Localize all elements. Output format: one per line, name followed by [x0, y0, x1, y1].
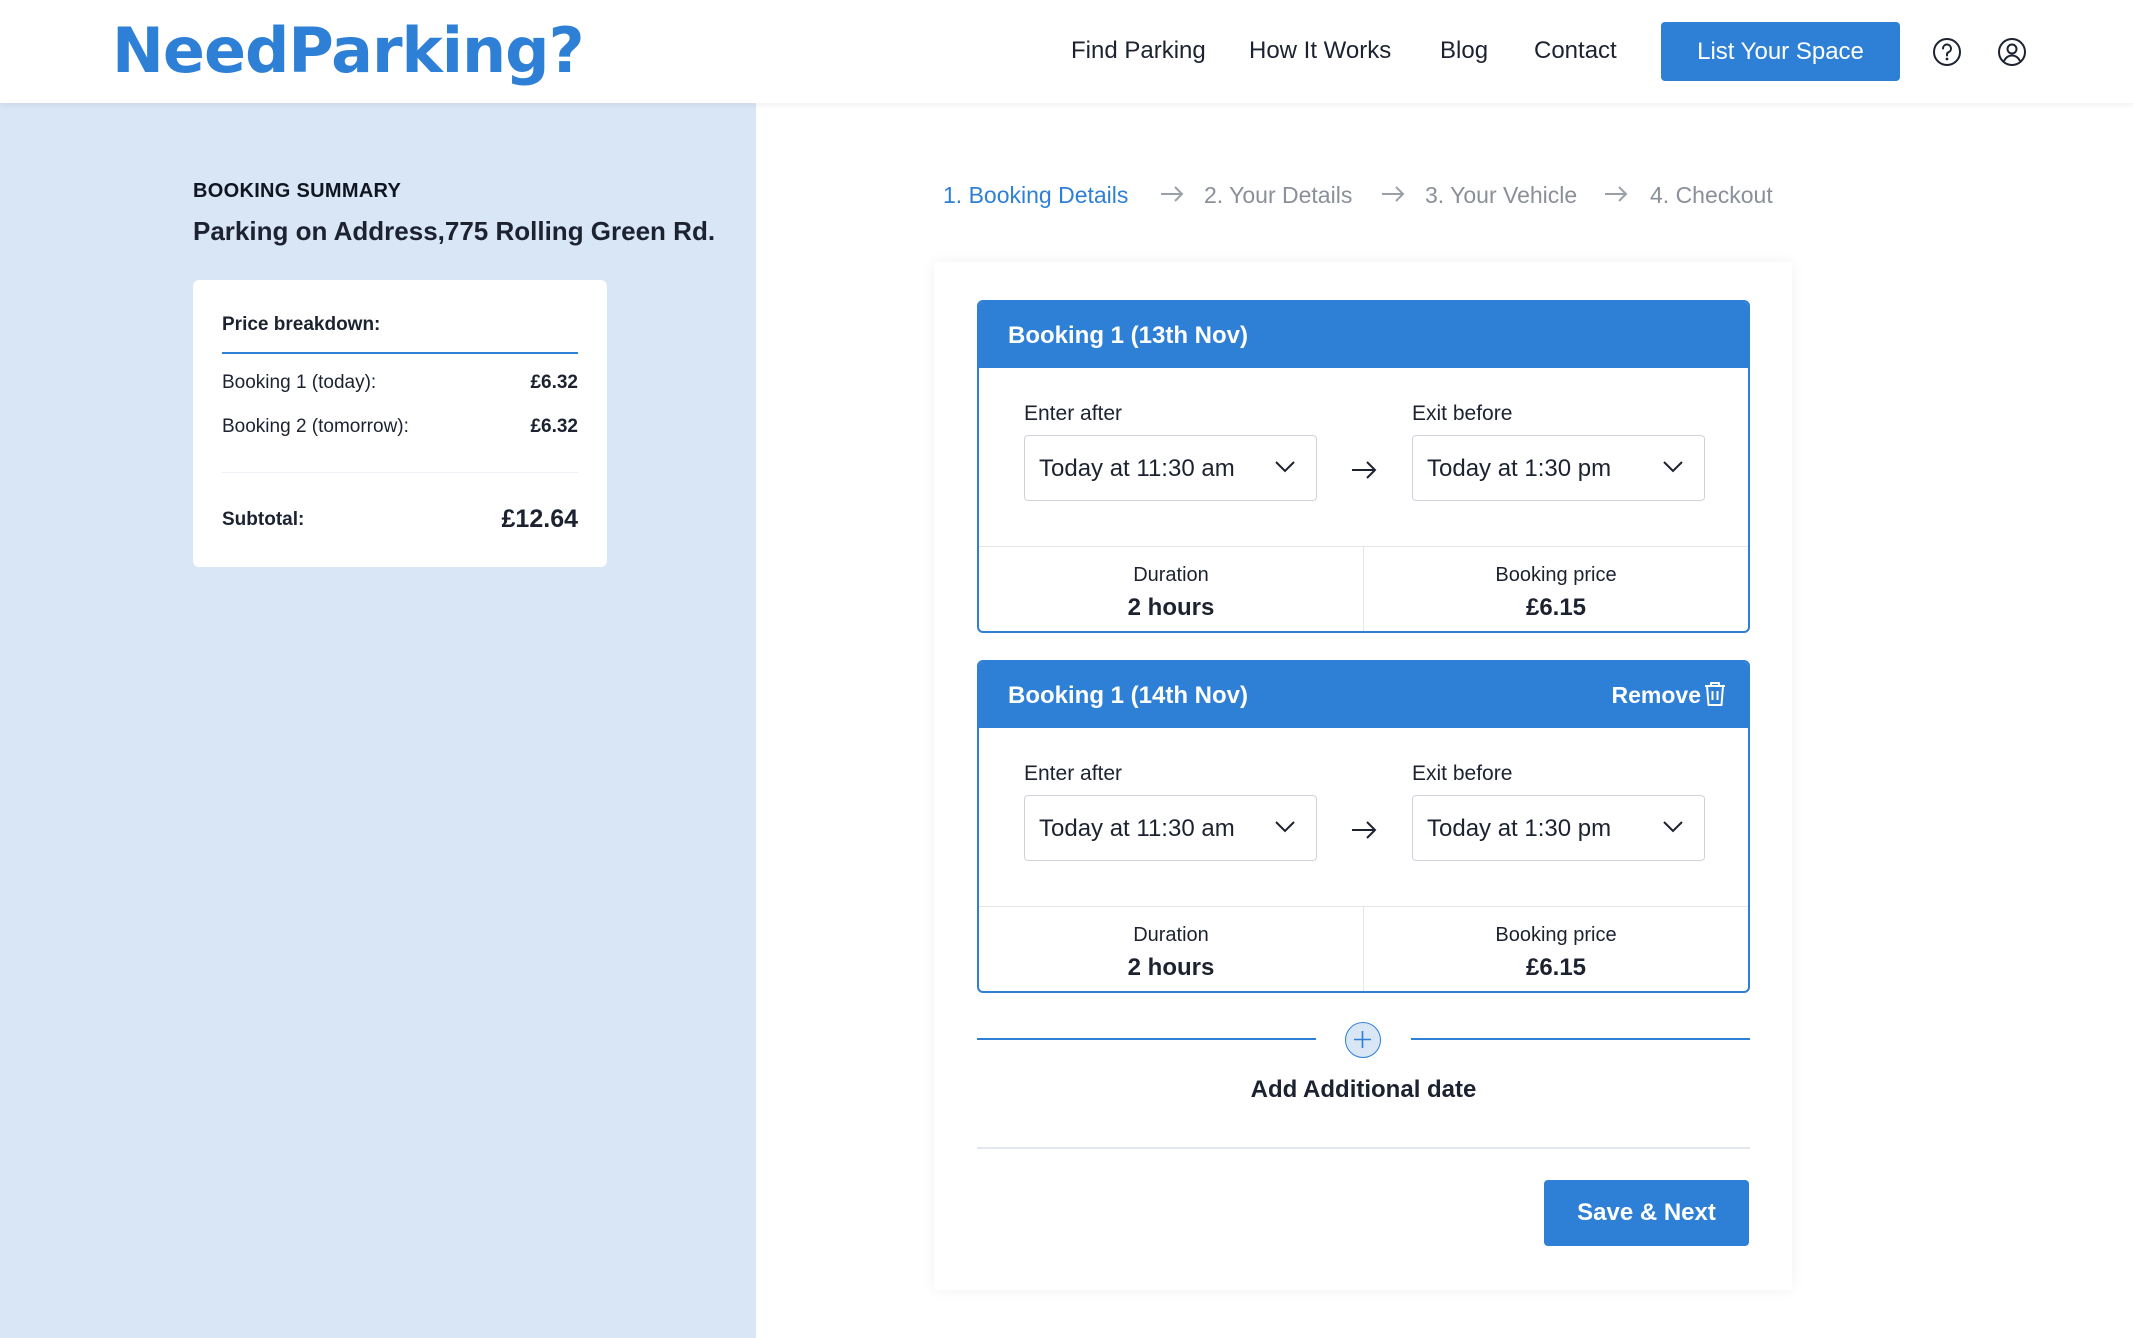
subtotal-row: Subtotal: £12.64	[222, 505, 578, 534]
nav-how-it-works[interactable]: How It Works	[1249, 37, 1391, 65]
duration-value: 2 hours	[1127, 594, 1215, 621]
price-row-value: £6.32	[530, 416, 578, 437]
booking-price-label: Booking price	[1495, 564, 1617, 586]
add-date-button[interactable]	[1345, 1022, 1381, 1058]
booking-title: Booking 1 (14th Nov)	[1008, 682, 1249, 709]
duration-label: Duration	[1133, 924, 1209, 946]
booking-price-label: Booking price	[1495, 924, 1617, 946]
list-your-space-button[interactable]: List Your Space	[1661, 22, 1900, 81]
exit-before-label: Exit before	[1412, 402, 1513, 425]
arrow-right-icon	[1352, 821, 1377, 839]
price-breakdown-title: Price breakdown:	[222, 314, 381, 335]
booking-header: Booking 1 (13th Nov)	[979, 302, 1748, 368]
divider	[977, 1038, 1316, 1040]
subtotal-label: Subtotal:	[222, 508, 305, 530]
price-row: Booking 1 (today): £6.32	[222, 372, 578, 394]
arrow-right-icon	[1382, 186, 1405, 202]
enter-after-label: Enter after	[1024, 762, 1123, 785]
enter-after-select[interactable]: Today at 11:30 am	[1024, 435, 1317, 501]
nav-find-parking[interactable]: Find Parking	[1071, 37, 1206, 65]
enter-after-value: Today at 11:30 am	[1039, 455, 1235, 482]
divider	[1411, 1038, 1750, 1040]
site-logo[interactable]: NeedParking?	[112, 14, 585, 87]
plus-icon	[1354, 1031, 1371, 1048]
enter-after-label: Enter after	[1024, 402, 1123, 425]
price-row-label: Booking 2 (tomorrow):	[222, 416, 409, 437]
chevron-down-icon	[1663, 461, 1683, 473]
arrow-right-icon	[1161, 186, 1184, 202]
duration-value: 2 hours	[1127, 954, 1215, 981]
arrow-right-icon	[1352, 461, 1377, 479]
booking-block: Booking 1 (13th Nov) Enter after Today a…	[977, 300, 1750, 633]
exit-before-select[interactable]: Today at 1:30 pm	[1412, 795, 1705, 861]
chevron-down-icon	[1275, 821, 1295, 833]
arrow-right-icon	[1605, 186, 1628, 202]
step-your-details[interactable]: 2. Your Details	[1204, 182, 1352, 209]
nav-contact[interactable]: Contact	[1534, 37, 1617, 65]
step-checkout[interactable]: 4. Checkout	[1650, 182, 1773, 209]
help-icon[interactable]	[1931, 36, 1963, 68]
duration-label: Duration	[1133, 564, 1209, 586]
step-booking-details[interactable]: 1. Booking Details	[943, 182, 1128, 209]
trash-icon[interactable]	[1702, 680, 1728, 708]
exit-before-select[interactable]: Today at 1:30 pm	[1412, 435, 1705, 501]
booking-price-value: £6.15	[1525, 954, 1587, 981]
enter-after-value: Today at 11:30 am	[1039, 815, 1235, 842]
booking-block: Booking 1 (14th Nov) Remove Enter after …	[977, 660, 1750, 993]
enter-after-select[interactable]: Today at 11:30 am	[1024, 795, 1317, 861]
add-date-label[interactable]: Add Additional date	[977, 1076, 1750, 1104]
exit-before-value: Today at 1:30 pm	[1427, 455, 1612, 482]
price-row: Booking 2 (tomorrow): £6.32	[222, 416, 578, 438]
exit-before-value: Today at 1:30 pm	[1427, 815, 1612, 842]
chevron-down-icon	[1663, 821, 1683, 833]
step-your-vehicle[interactable]: 3. Your Vehicle	[1425, 182, 1577, 209]
divider	[977, 1147, 1750, 1149]
account-icon[interactable]	[1996, 36, 2028, 68]
summary-heading: BOOKING SUMMARY	[193, 180, 402, 202]
site-header: NeedParking? Find Parking How It Works B…	[0, 0, 2134, 103]
booking-title: Booking 1 (13th Nov)	[1008, 322, 1249, 349]
price-breakdown-card: Price breakdown: Booking 1 (today): £6.3…	[193, 280, 607, 567]
nav-blog[interactable]: Blog	[1440, 37, 1488, 65]
price-row-label: Booking 1 (today):	[222, 372, 377, 393]
parking-address: Parking on Address,775 Rolling Green Rd.	[193, 216, 716, 246]
save-next-button[interactable]: Save & Next	[1544, 1180, 1749, 1246]
exit-before-label: Exit before	[1412, 762, 1513, 785]
booking-header: Booking 1 (14th Nov) Remove	[979, 662, 1748, 728]
divider	[222, 472, 578, 473]
subtotal-value: £12.64	[501, 505, 578, 533]
divider	[222, 352, 578, 354]
booking-price-value: £6.15	[1525, 594, 1587, 621]
remove-booking-button[interactable]: Remove	[1612, 682, 1701, 709]
price-row-value: £6.32	[530, 372, 578, 393]
chevron-down-icon	[1275, 461, 1295, 473]
